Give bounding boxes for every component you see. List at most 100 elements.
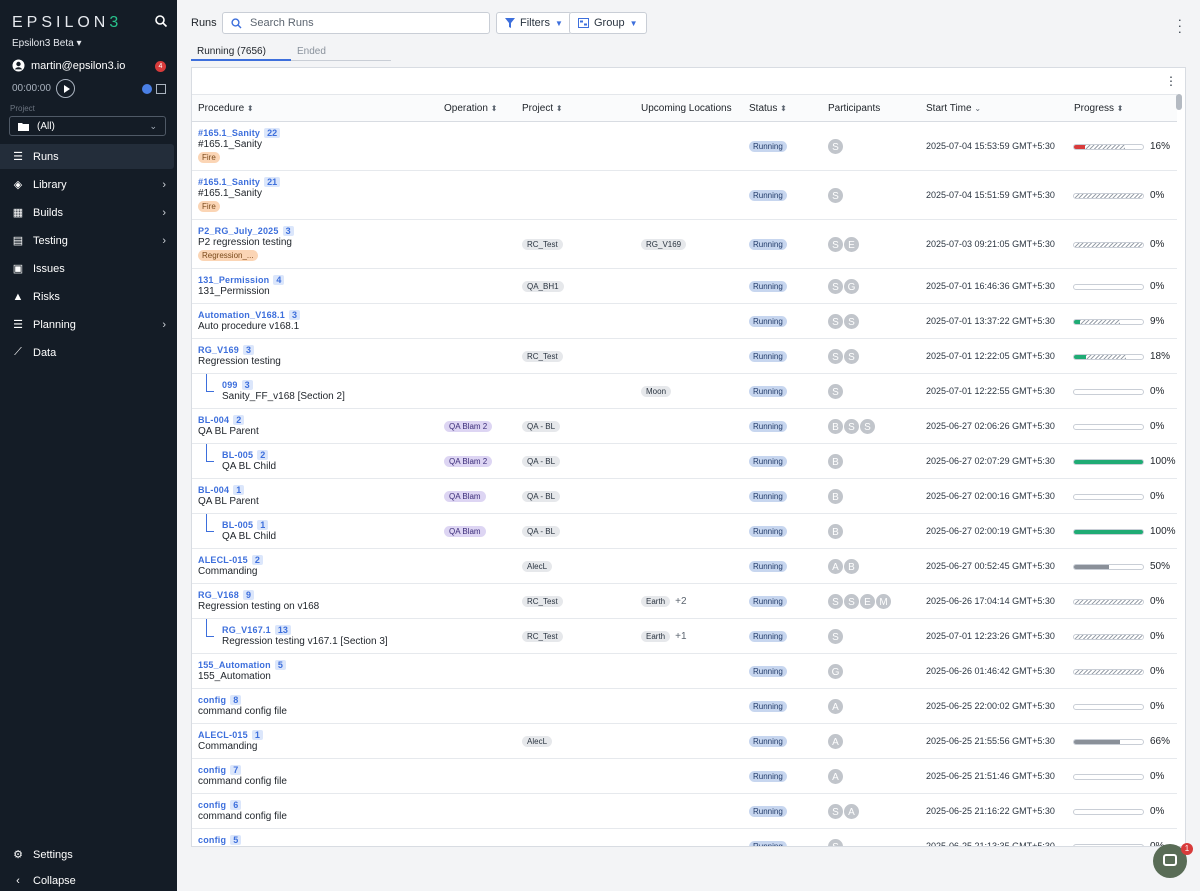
avatar[interactable]: A — [843, 803, 860, 820]
column-header-status[interactable]: Status ⬍ — [749, 103, 787, 114]
avatar[interactable]: S — [843, 418, 860, 435]
avatar[interactable]: S — [827, 278, 844, 295]
column-header-project[interactable]: Project ⬍ — [522, 103, 563, 114]
sidebar-item-data[interactable]: ⟋ Data — [0, 340, 177, 365]
avatar[interactable]: S — [827, 348, 844, 365]
procedure-id-link[interactable]: RG_V169 — [198, 345, 239, 355]
procedure-id-link[interactable]: P2_RG_July_2025 — [198, 226, 279, 236]
table-row[interactable]: config 8 command config file Running A 2025… — [192, 689, 1177, 724]
procedure-id-link[interactable]: #165.1_Sanity — [198, 128, 260, 138]
search-icon[interactable] — [154, 14, 168, 28]
avatar[interactable]: G — [827, 663, 844, 680]
procedure-id-link[interactable]: config — [198, 800, 226, 810]
sidebar-item-settings[interactable]: ⚙ Settings — [0, 842, 177, 867]
play-button[interactable] — [56, 79, 75, 98]
table-row[interactable]: config 5 Running S 2025-06-25 21:13:35 GMT+… — [192, 829, 1177, 846]
sidebar-item-risks[interactable]: ▲ Risks — [0, 284, 177, 309]
sidebar-item-issues[interactable]: ▣ Issues — [0, 256, 177, 281]
table-row[interactable]: RG_V168 9 Regression testing on v168 RC_T… — [192, 584, 1177, 619]
procedure-id-link[interactable]: 131_Permission — [198, 275, 269, 285]
avatar[interactable]: S — [827, 803, 844, 820]
operation-pill[interactable]: QA Blam — [444, 526, 486, 537]
table-row[interactable]: config 7 command config file Running A 2025… — [192, 759, 1177, 794]
table-row[interactable]: 131_Permission 4 131_Permission QA_BH1 Run… — [192, 269, 1177, 304]
table-row[interactable]: BL-004 2 QA BL Parent QA Blam 2 QA - BL Run… — [192, 409, 1177, 444]
table-row[interactable]: BL-004 1 QA BL Parent QA Blam QA - BL Runni… — [192, 479, 1177, 514]
avatar[interactable]: B — [827, 523, 844, 540]
operation-pill[interactable]: QA Blam 2 — [444, 456, 493, 467]
avatar[interactable]: B — [827, 418, 844, 435]
more-locations[interactable]: +2 — [675, 596, 686, 607]
column-header-procedure[interactable]: Procedure ⬍ — [198, 103, 254, 114]
procedure-id-link[interactable]: RG_V167.1 — [222, 625, 271, 635]
avatar[interactable]: S — [827, 313, 844, 330]
procedure-id-link[interactable]: BL-005 — [222, 520, 253, 530]
avatar[interactable]: S — [827, 236, 844, 253]
filters-button[interactable]: Filters ▼ — [496, 12, 572, 34]
sidebar-item-planning[interactable]: ☰ Planning › — [0, 312, 177, 337]
procedure-id-link[interactable]: #165.1_Sanity — [198, 177, 260, 187]
table-row[interactable]: ALECL-015 2 Commanding AlecL Running A B 2025… — [192, 549, 1177, 584]
avatar[interactable]: S — [827, 628, 844, 645]
avatar[interactable]: S — [827, 383, 844, 400]
avatar[interactable]: M — [875, 593, 892, 610]
procedure-id-link[interactable]: 155_Automation — [198, 660, 271, 670]
grid-icon[interactable] — [156, 84, 166, 94]
sidebar-item-runs[interactable]: ☰ Runs — [0, 144, 174, 169]
avatar[interactable]: A — [827, 558, 844, 575]
operation-pill[interactable]: QA Blam 2 — [444, 421, 493, 432]
procedure-id-link[interactable]: BL-005 — [222, 450, 253, 460]
group-button[interactable]: Group ▼ — [569, 12, 647, 34]
table-options-icon[interactable]: ⋮ — [1165, 74, 1177, 88]
sidebar-item-builds[interactable]: ▦ Builds › — [0, 200, 177, 225]
tab-ended[interactable]: Ended — [291, 45, 391, 61]
avatar[interactable]: S — [827, 838, 844, 846]
table-row[interactable]: #165.1_Sanity 22 #165.1_Sanity Fire Runni… — [192, 122, 1177, 171]
app-logo[interactable]: EPSILON3 — [12, 14, 122, 32]
avatar[interactable]: S — [827, 593, 844, 610]
procedure-id-link[interactable]: RG_V168 — [198, 590, 239, 600]
table-row[interactable]: 099 3 Sanity_FF_v168 [Section 2] Moon Runn… — [192, 374, 1177, 409]
avatar[interactable]: A — [827, 768, 844, 785]
project-select[interactable]: (All) ⌄ — [9, 116, 166, 136]
column-header-progress[interactable]: Progress ⬍ — [1074, 103, 1124, 114]
table-row[interactable]: config 6 command config file Running S A 202… — [192, 794, 1177, 829]
avatar[interactable]: B — [827, 488, 844, 505]
avatar[interactable]: B — [827, 453, 844, 470]
column-header-operation[interactable]: Operation ⬍ — [444, 103, 497, 114]
operation-pill[interactable]: QA Blam — [444, 491, 486, 502]
avatar[interactable]: A — [827, 698, 844, 715]
gear-icon[interactable] — [142, 84, 152, 94]
table-row[interactable]: 155_Automation 5 155_Automation Running G 2… — [192, 654, 1177, 689]
procedure-id-link[interactable]: BL-004 — [198, 485, 229, 495]
user-menu[interactable]: martin@epsilon3.io — [12, 59, 125, 72]
table-row[interactable]: #165.1_Sanity 21 #165.1_Sanity Fire Runni… — [192, 171, 1177, 220]
search-input[interactable]: Search Runs — [222, 12, 490, 34]
procedure-id-link[interactable]: ALECL-015 — [198, 555, 248, 565]
avatar[interactable]: E — [859, 593, 876, 610]
table-row[interactable]: RG_V167.1 13 Regression testing v167.1 [S… — [192, 619, 1177, 654]
column-header-start-time[interactable]: Start Time ⌄ — [926, 103, 981, 114]
table-row[interactable]: Automation_V168.1 3 Auto procedure v168.1… — [192, 304, 1177, 339]
avatar[interactable]: A — [827, 733, 844, 750]
more-options-icon[interactable]: · · · — [1178, 13, 1182, 38]
table-scrollbar[interactable] — [1176, 94, 1182, 110]
procedure-id-link[interactable]: config — [198, 765, 226, 775]
table-row[interactable]: P2_RG_July_2025 3 P2 regression testing R… — [192, 220, 1177, 269]
avatar[interactable]: S — [843, 313, 860, 330]
avatar[interactable]: S — [827, 187, 844, 204]
sidebar-item-library[interactable]: ◈ Library › — [0, 172, 177, 197]
avatar[interactable]: G — [843, 278, 860, 295]
sidebar-item-testing[interactable]: ▤ Testing › — [0, 228, 177, 253]
avatar[interactable]: S — [843, 348, 860, 365]
notification-badge[interactable]: 4 — [155, 61, 166, 72]
more-locations[interactable]: +1 — [675, 631, 686, 642]
avatar[interactable]: S — [843, 593, 860, 610]
procedure-id-link[interactable]: ALECL-015 — [198, 730, 248, 740]
procedure-id-link[interactable]: Automation_V168.1 — [198, 310, 285, 320]
avatar[interactable]: E — [843, 236, 860, 253]
avatar[interactable]: S — [859, 418, 876, 435]
procedure-id-link[interactable]: config — [198, 695, 226, 705]
procedure-id-link[interactable]: 099 — [222, 380, 238, 390]
table-row[interactable]: BL-005 2 QA BL Child QA Blam 2 QA - BL Runn… — [192, 444, 1177, 479]
